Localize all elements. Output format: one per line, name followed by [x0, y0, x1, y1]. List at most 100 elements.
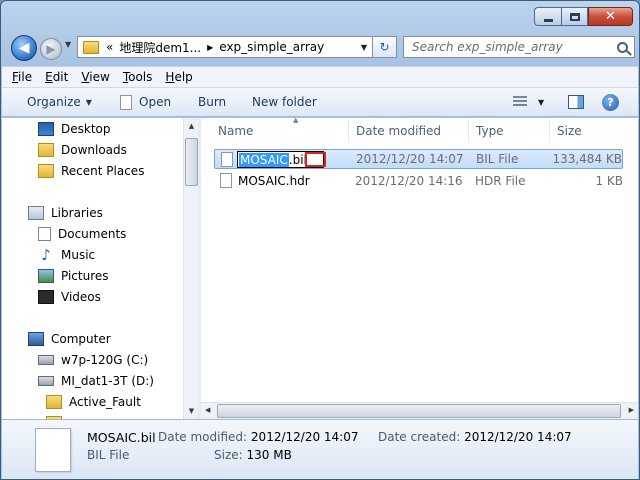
new-folder-button[interactable]: New folder — [252, 95, 317, 109]
file-type: HDR File — [475, 174, 526, 188]
nav-item-recent-places[interactable]: Recent Places — [38, 161, 144, 181]
details-pane: MOSAIC.bil BIL File Date modified: 2012/… — [2, 419, 638, 479]
open-button[interactable]: Open — [120, 94, 171, 110]
column-header-date-modified[interactable]: Date modified — [356, 118, 441, 144]
recent-pages-dropdown[interactable]: ▼ — [65, 40, 71, 49]
extension-highlight-box — [305, 152, 326, 167]
breadcrumb-item[interactable]: 地理院dem1... — [116, 39, 204, 56]
breadcrumb-overflow[interactable]: « — [103, 40, 116, 54]
maximize-button[interactable] — [561, 7, 588, 26]
nav-item-active-fault[interactable]: Active_Fault — [46, 392, 141, 412]
menu-edit[interactable]: Edit — [45, 70, 68, 84]
organize-button[interactable]: Organize ▼ — [27, 95, 92, 109]
folder-icon — [83, 40, 99, 54]
computer-icon — [28, 332, 44, 346]
column-header-type[interactable]: Type — [476, 118, 504, 144]
document-icon — [120, 94, 132, 110]
recent-places-icon — [38, 164, 54, 178]
file-size: 133,484 KB — [552, 152, 622, 166]
nav-item-documents[interactable]: Documents — [38, 224, 126, 244]
caption-buttons: ✕ — [534, 7, 633, 26]
address-bar[interactable]: « 地理院dem1... ▶ exp_simple_array ▼ — [77, 36, 373, 58]
nav-item-desktop[interactable]: Desktop — [38, 119, 111, 139]
scroll-thumb[interactable] — [185, 138, 198, 186]
nav-item-d-drive[interactable]: MI_dat1-3T (D:) — [38, 371, 154, 391]
minimize-button[interactable] — [534, 7, 561, 26]
help-icon[interactable]: ? — [602, 93, 619, 111]
breadcrumb-separator-icon[interactable]: ▶ — [204, 43, 216, 52]
rename-input[interactable]: MOSAIC .bil — [237, 151, 326, 168]
change-view-icon[interactable] — [513, 96, 527, 108]
file-date-modified: 2012/12/20 14:16 — [355, 174, 463, 188]
sort-ascending-icon: ▲ — [293, 116, 299, 124]
menu-bar: File Edit View Tools Help — [2, 66, 638, 87]
view-options-dropdown-icon[interactable]: ▼ — [538, 98, 544, 107]
search-icon[interactable] — [617, 41, 628, 53]
folder-icon — [46, 395, 62, 409]
menu-tools[interactable]: Tools — [123, 70, 153, 84]
scroll-right-icon[interactable]: ▶ — [629, 406, 634, 414]
nav-item-music[interactable]: ♪ Music — [38, 245, 95, 265]
file-row-mosaic-hdr[interactable]: MOSAIC.hdr 2012/12/20 14:16 HDR File 1 K… — [214, 171, 623, 191]
back-button[interactable]: ◀ — [11, 35, 37, 61]
rename-selected-text: MOSAIC — [239, 152, 289, 167]
close-icon: ✕ — [605, 9, 616, 24]
refresh-button[interactable]: ↻ — [373, 36, 397, 58]
details-date-created: Date created: 2012/12/20 14:07 — [378, 430, 572, 444]
breadcrumb-item[interactable]: exp_simple_array — [216, 40, 327, 54]
column-header-size[interactable]: Size — [557, 118, 582, 144]
details-date-modified: Date modified: 2012/12/20 14:07 — [158, 430, 359, 444]
preview-pane-icon[interactable] — [568, 95, 584, 109]
column-divider[interactable] — [549, 120, 550, 142]
burn-button[interactable]: Burn — [198, 95, 226, 109]
nav-item-downloads[interactable]: Downloads — [38, 140, 127, 160]
column-divider[interactable] — [348, 120, 349, 142]
command-bar: Organize ▼ Open Burn New folder ▼ ? — [2, 87, 638, 117]
file-type: BIL File — [476, 152, 519, 166]
back-arrow-icon: ◀ — [18, 40, 30, 56]
horizontal-scroll-thumb[interactable] — [217, 404, 621, 418]
drive-icon — [38, 376, 54, 386]
file-date-modified: 2012/12/20 14:07 — [356, 152, 464, 166]
file-icon — [220, 173, 232, 188]
column-header-name[interactable]: ▲ Name — [218, 116, 298, 144]
scroll-up-icon[interactable]: ▲ — [184, 122, 198, 130]
file-icon — [221, 152, 233, 167]
file-row-mosaic-bil[interactable]: MOSAIC .bil 2012/12/20 14:07 BIL File 13… — [214, 149, 623, 169]
nav-item-pictures[interactable]: Pictures — [38, 266, 109, 286]
minimize-icon — [543, 18, 553, 22]
address-dropdown-icon[interactable]: ▼ — [361, 43, 367, 52]
downloads-folder-icon — [38, 143, 54, 157]
column-divider[interactable] — [468, 120, 469, 142]
menu-file[interactable]: File — [12, 70, 32, 84]
navigation-pane: Desktop Downloads Recent Places Librarie… — [2, 118, 198, 419]
forward-arrow-icon: ▶ — [46, 42, 56, 56]
details-size: Size: 130 MB — [214, 448, 292, 462]
scroll-left-icon[interactable]: ◀ — [205, 406, 210, 414]
nav-item-computer[interactable]: Computer — [28, 329, 111, 349]
details-file-type: BIL File — [87, 448, 130, 462]
nav-item-videos[interactable]: Videos — [38, 287, 101, 307]
search-box[interactable] — [403, 36, 635, 58]
refresh-icon: ↻ — [379, 40, 390, 54]
details-file-name: MOSAIC.bil — [87, 430, 156, 445]
menu-help[interactable]: Help — [165, 70, 192, 84]
nav-scrollbar[interactable]: ▲ ▼ — [183, 118, 198, 419]
documents-icon — [38, 227, 51, 241]
chevron-down-icon: ▼ — [85, 97, 92, 107]
menu-view[interactable]: View — [81, 70, 109, 84]
close-button[interactable]: ✕ — [588, 7, 633, 26]
nav-item-libraries[interactable]: Libraries — [28, 203, 103, 223]
explorer-window: ✕ ◀ ▶ ▼ « 地理院dem1... ▶ exp_simple_array … — [0, 0, 640, 480]
nav-item-c-drive[interactable]: w7p-120G (C:) — [38, 350, 148, 370]
horizontal-scrollbar[interactable]: ◀ ▶ — [201, 402, 638, 419]
navigation-row: ◀ ▶ ▼ « 地理院dem1... ▶ exp_simple_array ▼ … — [9, 34, 635, 62]
forward-button[interactable]: ▶ — [40, 38, 62, 60]
search-input[interactable] — [412, 40, 602, 54]
file-name: MOSAIC.hdr — [238, 174, 310, 188]
music-icon: ♪ — [41, 246, 51, 264]
scroll-down-icon[interactable]: ▼ — [184, 407, 198, 415]
system-drive-icon — [38, 355, 54, 365]
maximize-icon — [569, 12, 580, 21]
videos-icon — [38, 290, 54, 304]
